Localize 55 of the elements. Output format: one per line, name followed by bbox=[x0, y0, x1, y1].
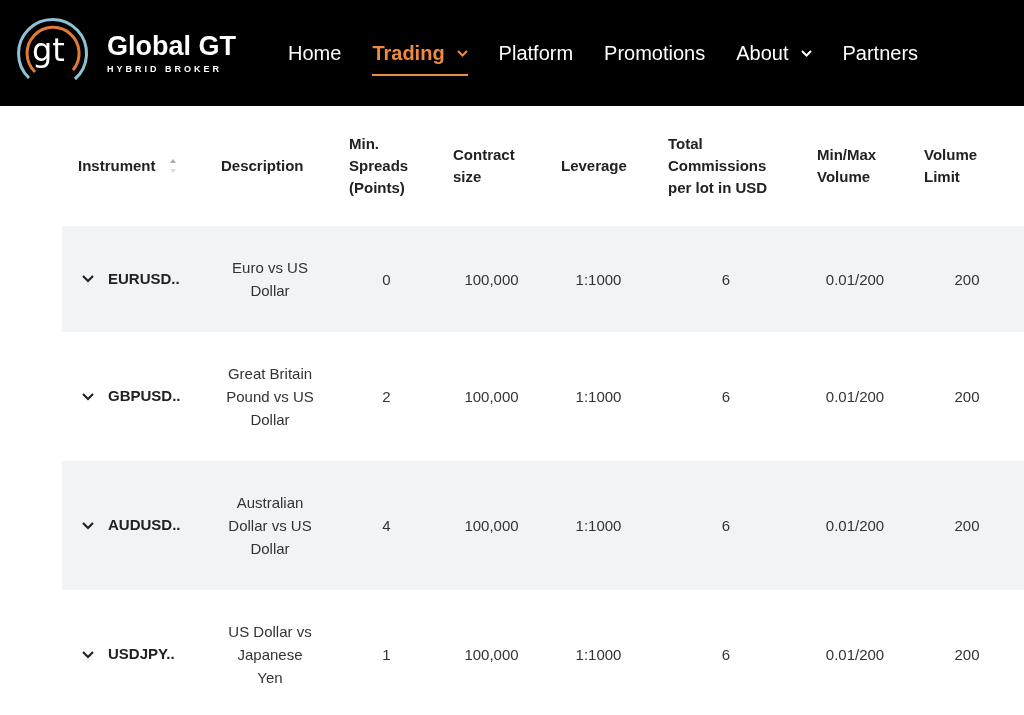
description-cell-text: Australian Dollar vs US Dollar bbox=[227, 493, 313, 559]
description-cell-text: Great Britain Pound vs US Dollar bbox=[226, 364, 314, 430]
column-header: Leverage bbox=[561, 156, 628, 176]
expand-chevron-icon[interactable] bbox=[82, 275, 94, 283]
volume-limit-cell-text: 200 bbox=[954, 645, 980, 665]
leverage-cell-text: 1:1000 bbox=[575, 516, 622, 536]
nav-link[interactable]: Platform bbox=[498, 30, 574, 76]
description-cell-text: US Dollar vs Japanese Yen bbox=[227, 622, 313, 688]
column-header[interactable]: Instrument bbox=[78, 155, 176, 177]
nav-link[interactable]: About bbox=[736, 30, 812, 76]
brand-tagline: HYBRID BROKER bbox=[107, 63, 223, 75]
commissions-cell-text: 6 bbox=[721, 269, 731, 290]
spreads-cell-text: 1 bbox=[382, 645, 391, 665]
instrument-cell-text: USDJPY.. bbox=[108, 644, 175, 665]
spreads-cell-text: 2 bbox=[382, 387, 391, 407]
logo-mark: gt bbox=[32, 30, 65, 70]
nav-link[interactable]: Partners bbox=[842, 30, 919, 76]
contract-size-cell-text: 100,000 bbox=[464, 645, 519, 665]
column-header: Min/Max Volume bbox=[817, 145, 878, 187]
contract-size-cell-text: 100,000 bbox=[464, 387, 519, 407]
leverage-cell-text: 1:1000 bbox=[575, 269, 622, 290]
volume-limit-cell-text: 200 bbox=[954, 269, 980, 290]
brand-name: Global GT bbox=[107, 31, 236, 61]
instrument-cell-text: GBPUSD.. bbox=[108, 386, 181, 407]
commissions-cell-text: 6 bbox=[721, 645, 731, 665]
column-header: Volume Limit bbox=[924, 145, 979, 187]
volume-range-cell-text: 0.01/200 bbox=[825, 645, 885, 665]
nav-link[interactable]: Home bbox=[288, 30, 342, 76]
column-header: Total Commissions per lot in USD bbox=[668, 134, 769, 198]
leverage-cell-text: 1:1000 bbox=[575, 645, 622, 665]
contract-size-cell-text: 100,000 bbox=[464, 516, 519, 536]
volume-range-cell-text: 0.01/200 bbox=[825, 516, 885, 536]
spreads-cell-text: 0 bbox=[382, 269, 391, 290]
chevron-down-icon bbox=[456, 49, 468, 57]
expand-chevron-icon[interactable] bbox=[82, 392, 94, 401]
volume-limit-cell-text: 200 bbox=[954, 387, 980, 407]
instrument-cell-text: EURUSD.. bbox=[108, 268, 180, 289]
nav-link[interactable]: Trading bbox=[372, 30, 468, 76]
volume-range-cell-text: 0.01/200 bbox=[825, 269, 885, 290]
volume-limit-cell-text: 200 bbox=[954, 516, 980, 536]
column-header: Contract size bbox=[453, 145, 516, 187]
commissions-cell-text: 6 bbox=[721, 387, 731, 407]
leverage-cell-text: 1:1000 bbox=[575, 387, 622, 407]
nav-link[interactable]: Promotions bbox=[604, 30, 706, 76]
expand-chevron-icon[interactable] bbox=[82, 521, 94, 530]
spreads-cell-text: 4 bbox=[382, 516, 391, 536]
column-header: Description bbox=[221, 156, 301, 176]
expand-chevron-icon[interactable] bbox=[82, 650, 94, 659]
commissions-cell-text: 6 bbox=[721, 516, 731, 536]
description-cell-text: Euro vs US Dollar bbox=[231, 258, 309, 301]
column-header: Min. Spreads (Points) bbox=[349, 134, 410, 198]
instrument-cell-text: AUDUSD.. bbox=[108, 515, 181, 536]
chevron-down-icon bbox=[800, 49, 812, 57]
volume-range-cell-text: 0.01/200 bbox=[825, 387, 885, 407]
contract-size-cell-text: 100,000 bbox=[464, 269, 519, 290]
